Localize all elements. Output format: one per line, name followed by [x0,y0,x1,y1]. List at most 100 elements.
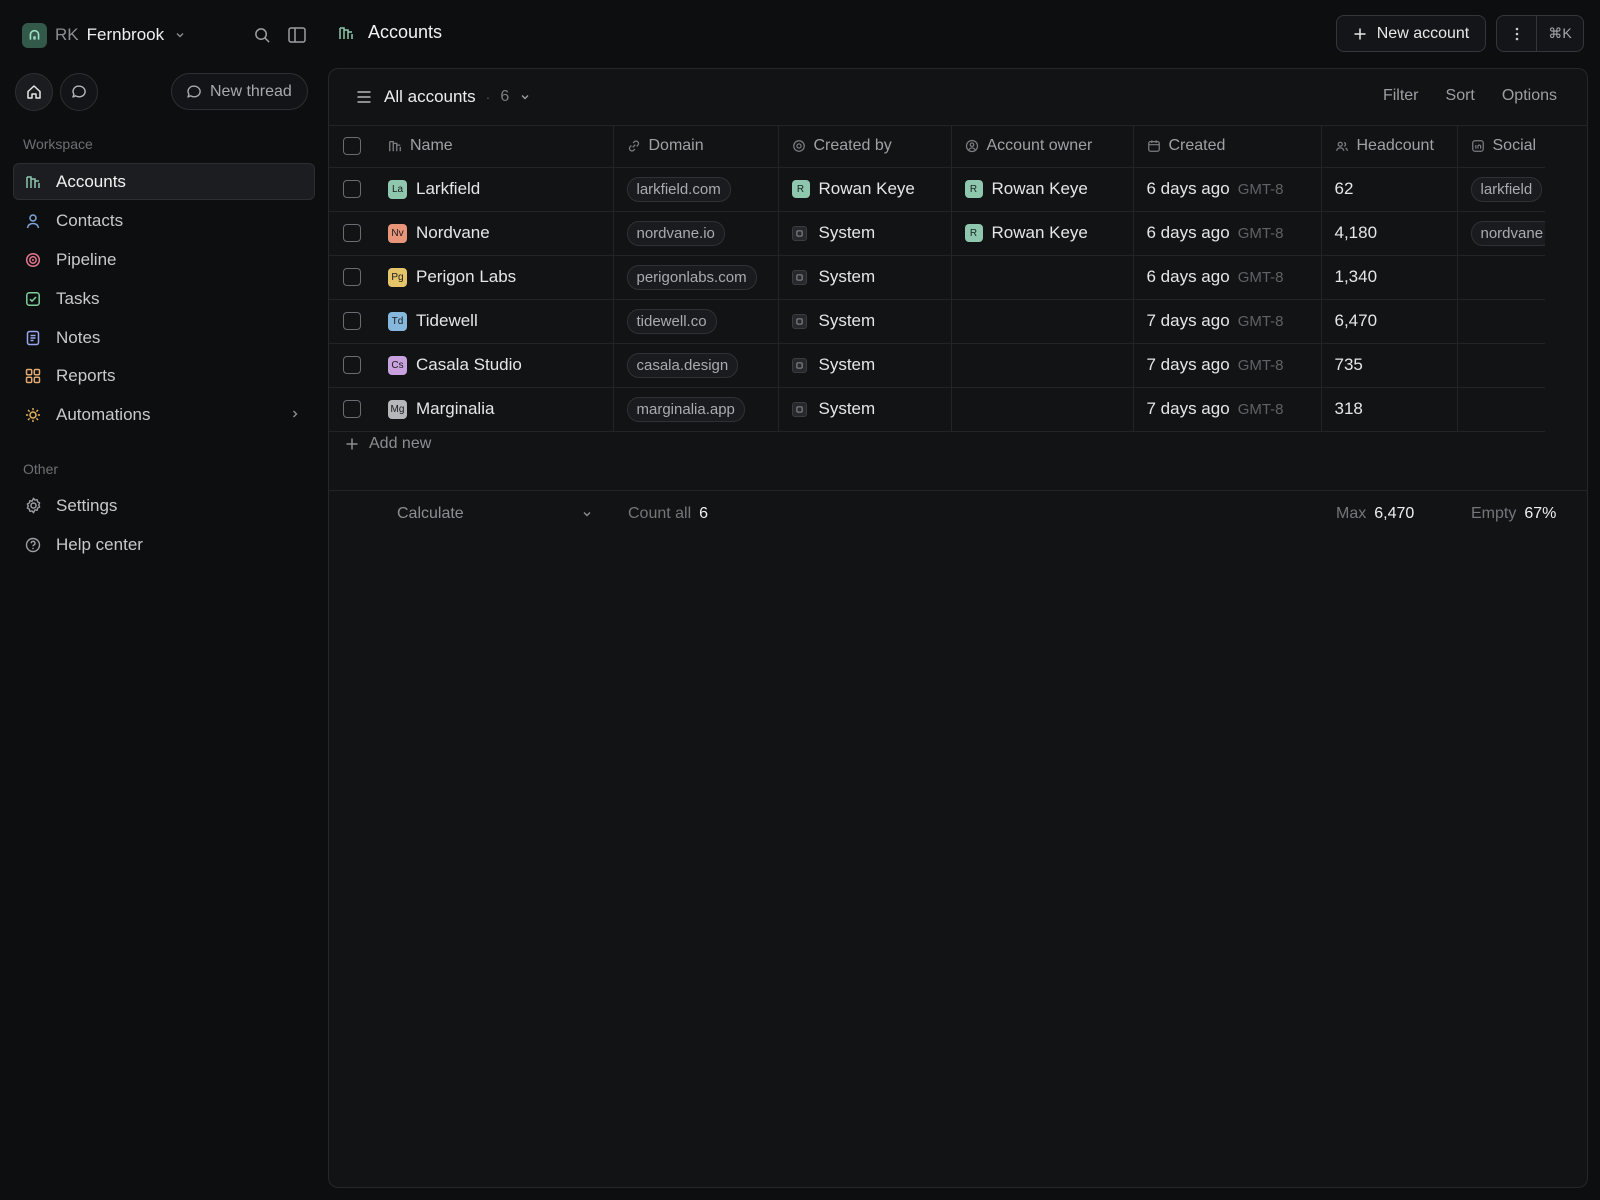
row-checkbox[interactable] [343,268,361,286]
menu-lines-icon [356,90,372,104]
filter-button[interactable]: Filter [1383,87,1419,105]
select-all-checkbox[interactable] [343,137,361,156]
add-new-row-button[interactable]: Add new [345,435,431,453]
name-cell[interactable]: Td Tidewell [375,299,614,344]
column-header-account-owner[interactable]: Account owner [951,126,1134,168]
domain-link[interactable]: nordvane.io [626,220,725,246]
row-checkbox[interactable] [343,400,361,418]
owner-cell[interactable] [951,299,1134,344]
headcount-cell: 4,180 [1321,211,1458,256]
domain-link[interactable]: marginalia.app [626,396,745,422]
sidebar-item-automations[interactable]: Automations [13,396,315,433]
sidebar-item-contacts[interactable]: Contacts [13,202,315,239]
created-by-cell: System [778,211,952,256]
calculate-dropdown[interactable]: Calculate [397,505,593,523]
owner-name: Rowan Keye [991,179,1088,198]
owner-cell[interactable]: R Rowan Keye [951,167,1134,212]
row-checkbox[interactable] [343,312,361,330]
row-checkbox[interactable] [343,180,361,198]
table-row[interactable]: Td Tidewell tidewell.co System 7 days ag… [329,299,1545,344]
sidebar-item-notes[interactable]: Notes [13,319,315,356]
social-link[interactable]: nordvane [1470,220,1545,246]
owner-cell[interactable]: R Rowan Keye [951,211,1134,256]
options-button[interactable]: Options [1502,87,1557,105]
sidebar-item-reports[interactable]: Reports [13,357,315,394]
social-cell [1457,255,1545,300]
name-cell[interactable]: Cs Casala Studio [375,343,614,388]
column-header-social[interactable]: Social [1457,126,1545,168]
social-cell: larkfield [1457,167,1545,212]
name-cell[interactable]: Nv Nordvane [375,211,614,256]
social-link[interactable]: larkfield [1470,176,1543,202]
row-checkbox[interactable] [343,224,361,242]
more-options-button[interactable] [1497,16,1537,51]
created-cell: 6 days ago GMT-8 [1133,255,1322,300]
summary-value: 6 [699,505,709,522]
domain-link[interactable]: casala.design [626,352,739,378]
summary-label: Empty [1471,505,1517,522]
count-all-summary[interactable]: Count all 6 [628,505,708,523]
table-row[interactable]: Pg Perigon Labs perigonlabs.com System 6… [329,255,1545,300]
domain-link[interactable]: larkfield.com [626,176,731,202]
chevron-down-icon [581,508,593,520]
sidebar-item-pipeline[interactable]: Pipeline [13,241,315,278]
workspace-logo [22,22,47,48]
company-logo: Td [388,311,407,331]
name-cell[interactable]: Mg Marginalia [375,387,614,432]
created-by-cell: R Rowan Keye [778,167,952,212]
column-header-created-by[interactable]: Created by [778,126,952,168]
add-new-label: Add new [369,435,432,452]
table-header-row: Name Domain Created by Account owner Cre… [329,126,1545,168]
column-header-name[interactable]: Name [375,126,614,168]
column-header-domain[interactable]: Domain [613,126,779,168]
sidebar-item-tasks[interactable]: Tasks [13,280,315,317]
sidebar-item-help-center[interactable]: Help center [13,526,315,563]
grid-icon [24,367,42,385]
domain-link[interactable]: perigonlabs.com [626,264,757,290]
sidebar-toggle-icon[interactable] [286,24,308,46]
column-header-created[interactable]: Created [1133,126,1322,168]
row-checkbox-cell [329,167,375,212]
domain-link[interactable]: tidewell.co [626,308,717,334]
view-toolbar: All accounts · 6 Filter Sort Options [329,69,1587,126]
table-row[interactable]: Nv Nordvane nordvane.io System R Rowan K… [329,211,1545,256]
timezone: GMT-8 [1237,181,1284,198]
header-checkbox-cell [329,126,375,168]
view-actions: Filter Sort Options [1383,87,1557,105]
timezone: GMT-8 [1237,401,1284,418]
creator-name: System [818,311,876,330]
search-icon[interactable] [251,24,273,46]
sun-icon [24,406,42,424]
domain-cell: marginalia.app [613,387,779,432]
new-thread-button[interactable]: New thread [171,73,308,110]
owner-cell[interactable] [951,255,1134,300]
row-checkbox-cell [329,299,375,344]
new-thread-label: New thread [210,82,292,100]
empty-summary[interactable]: Empty 67% [1471,505,1556,523]
sidebar-item-settings[interactable]: Settings [13,487,315,524]
home-button[interactable] [15,73,53,111]
name-cell[interactable]: La Larkfield [375,167,614,212]
view-selector[interactable]: All accounts · 6 [356,87,531,107]
table-row[interactable]: La Larkfield larkfield.com R Rowan Keye … [329,167,1545,212]
sidebar-item-label: Notes [56,327,101,347]
row-checkbox[interactable] [343,356,361,374]
workspace-switcher[interactable]: RK Fernbrook [22,22,186,48]
table-row[interactable]: Cs Casala Studio casala.design System 7 … [329,343,1545,388]
command-palette-button[interactable]: ⌘K [1537,16,1583,51]
max-summary[interactable]: Max 6,470 [1336,505,1414,523]
company-name: Larkfield [416,179,481,198]
name-cell[interactable]: Pg Perigon Labs [375,255,614,300]
chat-button[interactable] [60,73,98,111]
sidebar-item-accounts[interactable]: Accounts [13,163,315,200]
new-account-button[interactable]: New account [1336,15,1486,52]
timezone: GMT-8 [1237,357,1284,374]
owner-cell[interactable] [951,387,1134,432]
company-logo: La [388,179,407,199]
column-header-headcount[interactable]: Headcount [1321,126,1458,168]
column-label: Created [1168,137,1226,155]
sort-button[interactable]: Sort [1446,87,1475,105]
company-name: Marginalia [416,399,495,418]
owner-cell[interactable] [951,343,1134,388]
table-row[interactable]: Mg Marginalia marginalia.app System 7 da… [329,387,1545,432]
